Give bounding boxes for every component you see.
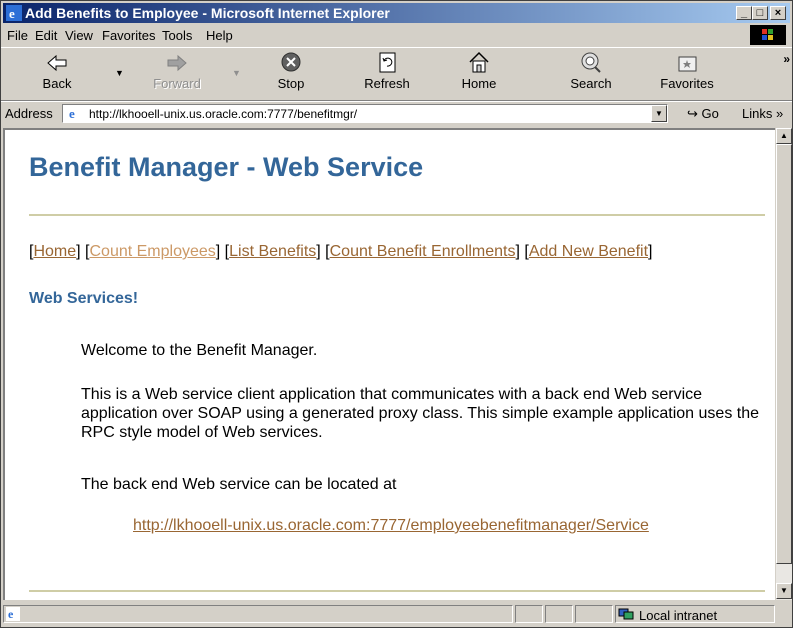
forward-arrow-icon bbox=[167, 54, 187, 72]
forward-dropdown-icon[interactable]: ▼ bbox=[232, 68, 241, 78]
home-label: Home bbox=[461, 76, 497, 91]
favorites-folder-icon bbox=[678, 56, 697, 72]
nav-count-employees-link[interactable]: Count Employees bbox=[89, 243, 215, 260]
menu-help[interactable]: Help bbox=[206, 28, 233, 43]
status-text-panel: e bbox=[3, 605, 513, 623]
located-at-text: The back end Web service can be located … bbox=[81, 476, 397, 493]
ie-logo-icon: e bbox=[6, 5, 22, 21]
back-label: Back bbox=[42, 76, 72, 91]
search-icon bbox=[581, 52, 601, 73]
go-arrow-icon: ↪ bbox=[687, 106, 698, 121]
status-panel-blank bbox=[575, 605, 613, 623]
back-button[interactable]: Back bbox=[27, 50, 87, 91]
address-bar: Address e http://lkhooell-unix.us.oracle… bbox=[1, 101, 792, 126]
description-text: This is a Web service client application… bbox=[81, 386, 760, 441]
toolbar-overflow-chevron-icon[interactable]: » bbox=[783, 52, 790, 66]
standard-toolbar: Back ▼ Forward ▼ Stop Refresh Home Searc… bbox=[1, 47, 792, 101]
scroll-up-arrow-icon[interactable]: ▲ bbox=[776, 128, 792, 144]
vertical-scrollbar[interactable]: ▲ ▼ bbox=[775, 128, 792, 600]
forward-button[interactable]: Forward bbox=[147, 50, 207, 91]
stop-label: Stop bbox=[277, 76, 305, 91]
menu-favorites[interactable]: Favorites bbox=[102, 28, 155, 43]
forward-label: Forward bbox=[153, 76, 201, 91]
refresh-icon bbox=[379, 52, 396, 73]
svg-text:e: e bbox=[69, 106, 75, 121]
links-button[interactable]: Links » bbox=[742, 106, 783, 121]
svg-text:e: e bbox=[8, 607, 14, 621]
home-icon bbox=[469, 51, 489, 73]
nav-add-benefit-link[interactable]: Add New Benefit bbox=[529, 243, 648, 260]
close-button[interactable]: × bbox=[770, 6, 786, 20]
status-panel-progress bbox=[515, 605, 543, 623]
svg-text:e: e bbox=[9, 6, 15, 21]
title-divider bbox=[29, 214, 765, 216]
status-panel-lock bbox=[545, 605, 573, 623]
service-url-link[interactable]: http://lkhooell-unix.us.oracle.com:7777/… bbox=[133, 517, 649, 535]
window-title: Add Benefits to Employee - Microsoft Int… bbox=[25, 5, 390, 21]
zone-label: Local intranet bbox=[639, 608, 718, 623]
section-heading: Web Services! bbox=[29, 290, 139, 307]
refresh-label: Refresh bbox=[364, 76, 410, 91]
favorites-button[interactable]: Favorites bbox=[657, 50, 717, 91]
menu-view[interactable]: View bbox=[65, 28, 93, 43]
scroll-thumb[interactable] bbox=[776, 144, 792, 564]
menu-file[interactable]: File bbox=[7, 28, 28, 43]
browser-window: e Add Benefits to Employee - Microsoft I… bbox=[0, 0, 793, 628]
stop-button[interactable]: Stop bbox=[261, 50, 321, 91]
address-label: Address bbox=[5, 106, 53, 121]
back-dropdown-icon[interactable]: ▼ bbox=[115, 68, 124, 78]
page-title: Benefit Manager - Web Service bbox=[29, 152, 424, 182]
refresh-button[interactable]: Refresh bbox=[357, 50, 417, 91]
minimize-button[interactable]: _ bbox=[736, 6, 752, 20]
address-url: http://lkhooell-unix.us.oracle.com:7777/… bbox=[89, 107, 358, 121]
favorites-label: Favorites bbox=[660, 76, 714, 91]
search-label: Search bbox=[570, 76, 612, 91]
nav-list-benefits-link[interactable]: List Benefits bbox=[229, 243, 316, 260]
menu-tools[interactable]: Tools bbox=[162, 28, 192, 43]
windows-logo-icon bbox=[750, 25, 786, 45]
page-status-icon: e bbox=[6, 607, 20, 621]
footer-divider bbox=[29, 590, 765, 592]
home-button[interactable]: Home bbox=[449, 50, 509, 91]
search-button[interactable]: Search bbox=[561, 50, 621, 91]
status-bar: e Local intranet bbox=[1, 603, 792, 625]
welcome-text: Welcome to the Benefit Manager. bbox=[81, 342, 318, 359]
page-ie-icon: e bbox=[67, 106, 82, 121]
nav-links: [Home] [Count Employees] [List Benefits]… bbox=[29, 243, 653, 260]
local-intranet-icon bbox=[618, 608, 634, 620]
maximize-button[interactable]: □ bbox=[752, 6, 768, 20]
scroll-down-arrow-icon[interactable]: ▼ bbox=[776, 583, 792, 599]
address-dropdown-icon[interactable]: ▼ bbox=[651, 105, 667, 122]
address-input[interactable]: e http://lkhooell-unix.us.oracle.com:777… bbox=[62, 104, 668, 123]
go-button[interactable]: ↪ Go bbox=[687, 106, 719, 122]
go-label: Go bbox=[701, 106, 719, 121]
stop-icon bbox=[281, 52, 301, 72]
menu-bar: File Edit View Favorites Tools Help bbox=[1, 25, 792, 45]
nav-home-link[interactable]: Home bbox=[33, 243, 76, 260]
menu-edit[interactable]: Edit bbox=[35, 28, 57, 43]
back-arrow-icon bbox=[47, 54, 67, 72]
page-content: Benefit Manager - Web Service [Home] [Co… bbox=[3, 128, 775, 600]
nav-count-enrollments-link[interactable]: Count Benefit Enrollments bbox=[330, 243, 516, 260]
title-bar[interactable]: e Add Benefits to Employee - Microsoft I… bbox=[3, 3, 790, 23]
